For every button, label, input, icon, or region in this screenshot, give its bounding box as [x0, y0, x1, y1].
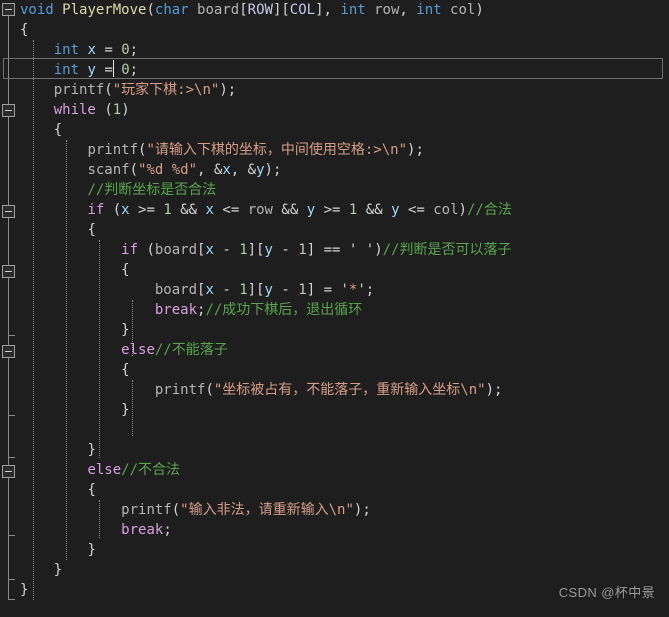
- outlining-gutter[interactable]: [0, 0, 18, 617]
- code-line[interactable]: printf("坐标被占有，不能落子，重新输入坐标\n");: [18, 380, 669, 400]
- code-line[interactable]: }: [18, 320, 669, 340]
- code-line[interactable]: board[x - 1][y - 1] = '*';: [18, 280, 669, 300]
- code-line[interactable]: break;//成功下棋后，退出循环: [18, 300, 669, 320]
- code-line[interactable]: int x = 0;: [18, 40, 669, 60]
- outline-segment-if-inner: [8, 278, 9, 336]
- outline-tick-while-end: [8, 579, 15, 580]
- code-line[interactable]: }: [18, 440, 669, 460]
- code-text-area[interactable]: void PlayerMove(char board[ROW][COL], in…: [18, 0, 669, 617]
- outline-segment-else-inner: [8, 358, 9, 416]
- code-line[interactable]: if (board[x - 1][y - 1] == ' ')//判断是否可以落…: [18, 240, 669, 260]
- fold-marker-if-outer[interactable]: [2, 205, 15, 218]
- fold-marker-if-inner[interactable]: [2, 265, 15, 278]
- code-line[interactable]: while (1): [18, 100, 669, 120]
- code-line[interactable]: else//不合法: [18, 460, 669, 480]
- code-line[interactable]: //判断坐标是否合法: [18, 180, 669, 200]
- outline-segment-else-outer: [8, 478, 9, 536]
- code-line[interactable]: {: [18, 20, 669, 40]
- code-editor[interactable]: void PlayerMove(char board[ROW][COL], in…: [0, 0, 669, 617]
- code-line[interactable]: printf("输入非法，请重新输入\n");: [18, 500, 669, 520]
- fold-marker-else-outer[interactable]: [2, 465, 15, 478]
- code-line[interactable]: if (x >= 1 && x <= row && y >= 1 && y <=…: [18, 200, 669, 220]
- code-line[interactable]: scanf("%d %d", &x, &y);: [18, 160, 669, 180]
- outline-tick-else-inner-end: [8, 415, 15, 416]
- outline-tick-if-outer-end: [8, 457, 15, 458]
- code-line[interactable]: {: [18, 480, 669, 500]
- code-line[interactable]: }: [18, 540, 669, 560]
- code-line[interactable]: else//不能落子: [18, 340, 669, 360]
- code-line[interactable]: void PlayerMove(char board[ROW][COL], in…: [18, 0, 669, 20]
- code-line[interactable]: {: [18, 360, 669, 380]
- outline-segment-if-outer: [8, 218, 9, 458]
- code-line[interactable]: }: [18, 400, 669, 420]
- code-line[interactable]: {: [18, 220, 669, 240]
- outline-tick-if-inner-end: [8, 335, 15, 336]
- outline-tick-function-end: [8, 599, 15, 600]
- code-line-current[interactable]: int y = 0;: [18, 60, 669, 80]
- watermark: CSDN @杯中景: [558, 585, 655, 600]
- code-line[interactable]: {: [18, 260, 669, 280]
- code-line[interactable]: }: [18, 560, 669, 580]
- fold-marker-function[interactable]: [2, 3, 15, 16]
- code-line[interactable]: printf("请输入下棋的坐标，中间使用空格:>\n");: [18, 140, 669, 160]
- code-line[interactable]: printf("玩家下棋:>\n");: [18, 80, 669, 100]
- code-line[interactable]: [18, 420, 669, 440]
- code-line[interactable]: break;: [18, 520, 669, 540]
- fold-marker-while[interactable]: [2, 104, 15, 117]
- code-line[interactable]: {: [18, 120, 669, 140]
- fold-marker-else-inner[interactable]: [2, 345, 15, 358]
- outline-tick-else-outer-end: [8, 535, 15, 536]
- text-caret: [113, 60, 114, 77]
